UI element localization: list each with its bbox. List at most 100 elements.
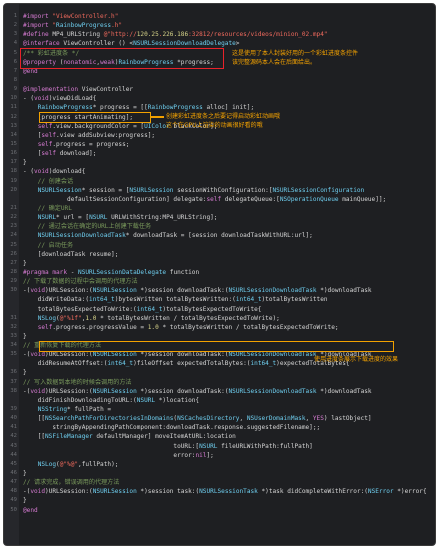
- code-line[interactable]: 43 toURL:[NSURL fileURLWithPath:fullPath…: [4, 442, 435, 451]
- line-number: 29: [10, 278, 17, 285]
- code-text: }: [23, 332, 27, 340]
- code-line[interactable]: 31 NSLog(@"%1f",1.0 * totalBytesWritten …: [4, 314, 435, 323]
- code-line[interactable]: 17}: [4, 158, 435, 167]
- line-number: 20: [10, 186, 17, 193]
- line-number: 3: [13, 31, 17, 38]
- code-line[interactable]: 8: [4, 76, 435, 85]
- code-line[interactable]: 46}: [4, 469, 435, 478]
- line-number: 19: [10, 177, 17, 184]
- line-number: 26: [10, 250, 17, 257]
- code-line[interactable]: 49}: [4, 496, 435, 505]
- code-line[interactable]: 48 -(void)URLSession:(NSURLSession *)sess…: [4, 487, 435, 496]
- code-line[interactable]: 22 NSURL* url = [NSURL URLWithString:MP4…: [4, 213, 435, 222]
- code-text: @end: [23, 506, 38, 514]
- code-line[interactable]: 40 [[NSSearchPathForDirectoriesInDomains…: [4, 414, 435, 423]
- code-line[interactable]: 19 // 创建会话: [4, 177, 435, 186]
- line-number: 32: [10, 323, 17, 330]
- code-text: // 写入数据到本地的时候会调用的方法: [23, 378, 132, 386]
- line-number: 44: [10, 451, 17, 458]
- code-line[interactable]: 10 - (void)viewDidLoad{: [4, 94, 435, 103]
- line-number: 15: [10, 140, 17, 147]
- code-text: NSLog(@"%@",fullPath);: [37, 460, 119, 468]
- line-number: 17: [10, 159, 17, 166]
- code-text: NSString* fullPath =: [37, 406, 112, 414]
- line-number: 1: [13, 13, 17, 19]
- code-line[interactable]: 9 @implementation ViewController: [4, 85, 435, 94]
- code-text: // 确定URL: [23, 204, 72, 212]
- code-text: // 创建会话: [23, 177, 74, 185]
- code-line[interactable]: 20 NSURLSession* session = [NSURLSession…: [4, 186, 435, 195]
- code-text: NSURLSession* session = [NSURLSession se…: [37, 186, 365, 194]
- code-text: -(void)URLSession:(NSURLSession *)sessio…: [23, 488, 427, 496]
- start-animating-highlight-box: [39, 112, 151, 123]
- code-line[interactable]: 39 NSString* fullPath =: [4, 405, 435, 414]
- code-line[interactable]: 50 @end: [4, 506, 435, 515]
- code-line[interactable]: 45 NSLog(@"%@",fullPath);: [4, 460, 435, 469]
- code-line[interactable]: 32 self.progress.progressValue = 1.0 * t…: [4, 323, 435, 332]
- code-text: - (void)viewDidLoad{: [23, 95, 97, 103]
- code-line[interactable]: 25 // 启动任务: [4, 241, 435, 250]
- code-line[interactable]: 26 [downloadTask resume];: [4, 250, 435, 259]
- code-text: [[NSFileManager defaultManager] moveItem…: [23, 433, 236, 441]
- line-number: 21: [10, 204, 17, 211]
- line-number: 45: [10, 460, 17, 467]
- code-line[interactable]: 42 [[NSFileManager defaultManager] moveI…: [4, 432, 435, 441]
- line-number: 9: [13, 86, 17, 93]
- code-line[interactable]: 2 #import "RainbowProgress.h": [4, 21, 435, 30]
- code-text: #pragma mark - NSURLSessionDataDelegate …: [23, 268, 200, 276]
- code-line[interactable]: 16 [self download];: [4, 149, 435, 158]
- code-text: }: [23, 369, 27, 377]
- code-text: #import "ViewController.h": [23, 13, 119, 20]
- code-text: - (void)download{: [23, 168, 86, 176]
- source-code-area[interactable]: 1 #import "ViewController.h" 2 #import "Rai…: [4, 12, 435, 515]
- line-number: 47: [10, 479, 17, 486]
- code-line[interactable]: didFinishDownloadingToURL:(NSURL *)locat…: [4, 396, 435, 405]
- code-line[interactable]: 1 #import "ViewController.h": [4, 12, 435, 21]
- code-line[interactable]: 29 // 下载了数据的过程中会调用的代理方法: [4, 277, 435, 286]
- line-number: 7: [13, 67, 17, 74]
- line-number: 42: [10, 433, 17, 440]
- code-line[interactable]: 23 // 通过会话在确定的URL上创建下载任务: [4, 222, 435, 231]
- code-line[interactable]: defaultSessionConfiguration] delegate:se…: [4, 195, 435, 204]
- code-line[interactable]: 30 -(void)URLSession:(NSURLSession *)sess…: [4, 286, 435, 295]
- property-highlight-box: [20, 47, 224, 69]
- code-line[interactable]: 24 NSURLSessionDownloadTask* downloadTas…: [4, 231, 435, 240]
- code-line[interactable]: 14 [self.view addSubview:progress];: [4, 131, 435, 140]
- code-text: stringByAppendingPathComponent:downloadT…: [23, 424, 321, 432]
- code-line[interactable]: 41 stringByAppendingPathComponent:downlo…: [4, 423, 435, 432]
- line-number: 2: [13, 22, 17, 29]
- code-line[interactable]: 47 // 请求完成，错误调用的代理方法: [4, 478, 435, 487]
- code-text: -(void)URLSession:(NSURLSession *)sessio…: [23, 387, 372, 395]
- line-number: 27: [10, 259, 17, 266]
- line-number: 23: [10, 223, 17, 230]
- line-number: 24: [10, 232, 17, 239]
- code-line[interactable]: totalBytesExpectedToWrite:(int64_t)total…: [4, 305, 435, 314]
- code-text: error:nil];: [23, 451, 214, 459]
- code-line[interactable]: didWriteData:(int64_t)bytesWritten total…: [4, 295, 435, 304]
- code-text: NSURL* url = [NSURL URLWithString:MP4_UR…: [37, 214, 218, 222]
- line-number: 25: [10, 241, 17, 248]
- line-number: 37: [10, 378, 17, 385]
- code-line[interactable]: 3 #define MP4_URLString @"http://120.25.2…: [4, 30, 435, 39]
- code-text: toURL:[NSURL fileURLWithPath:fullPath]: [23, 442, 313, 450]
- code-line[interactable]: 27}: [4, 259, 435, 268]
- code-line[interactable]: 18 - (void)download{: [4, 167, 435, 176]
- code-line[interactable]: 36}: [4, 368, 435, 377]
- line-number: 6: [13, 58, 17, 65]
- code-text: }: [23, 159, 27, 167]
- line-number: 33: [10, 332, 17, 339]
- code-line[interactable]: 33}: [4, 332, 435, 341]
- code-line[interactable]: 28 #pragma mark - NSURLSessionDataDelegat…: [4, 268, 435, 277]
- code-line[interactable]: 15 self.progress = progress;: [4, 140, 435, 149]
- code-line[interactable]: 21 // 确定URL: [4, 204, 435, 213]
- code-text: -(void)URLSession:(NSURLSession *)sessio…: [23, 287, 372, 295]
- code-text: [self download];: [23, 150, 97, 158]
- line-number: 8: [13, 76, 17, 83]
- code-text: self.progress = progress;: [37, 140, 130, 148]
- code-line[interactable]: 38 -(void)URLSession:(NSURLSession *)sess…: [4, 387, 435, 396]
- line-number: 38: [10, 387, 17, 394]
- code-line[interactable]: 44 error:nil];: [4, 451, 435, 460]
- code-text: }: [23, 470, 27, 478]
- code-line[interactable]: 37 // 写入数据到本地的时候会调用的方法: [4, 378, 435, 387]
- line-number: 22: [10, 214, 17, 221]
